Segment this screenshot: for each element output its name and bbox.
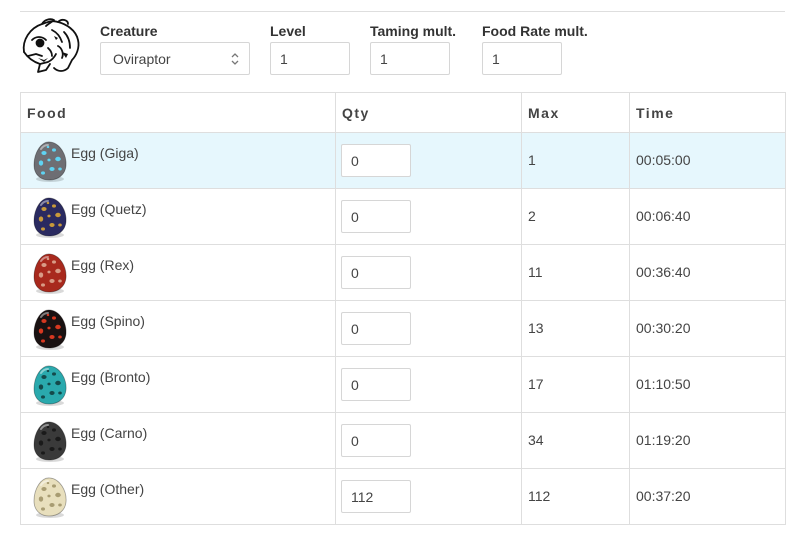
table-row: Egg (Quetz) 2 00:06:40 <box>21 189 785 245</box>
qty-cell <box>336 133 522 188</box>
max-value: 13 <box>528 320 544 336</box>
food-name: Egg (Spino) <box>71 313 145 329</box>
food-cell: Egg (Quetz) <box>21 189 336 244</box>
food-cell: Egg (Other) <box>21 469 336 524</box>
egg-icon <box>33 253 67 294</box>
table-row: Egg (Carno) 34 01:19:20 <box>21 413 785 469</box>
qty-cell <box>336 245 522 300</box>
max-cell: 1 <box>522 133 630 188</box>
max-cell: 112 <box>522 469 630 524</box>
qty-cell <box>336 413 522 468</box>
food-name: Egg (Bronto) <box>71 369 151 385</box>
qty-input[interactable] <box>341 424 411 457</box>
qty-input[interactable] <box>341 368 411 401</box>
max-value: 17 <box>528 376 544 392</box>
time-value: 01:19:20 <box>636 432 691 448</box>
egg-icon <box>33 309 67 350</box>
header-max: Max <box>522 93 630 132</box>
time-cell: 00:06:40 <box>630 189 785 244</box>
max-cell: 2 <box>522 189 630 244</box>
max-value: 112 <box>528 488 551 504</box>
food-name: Egg (Carno) <box>71 425 148 441</box>
max-cell: 34 <box>522 413 630 468</box>
header-time: Time <box>636 105 675 121</box>
food-rate-mult-input[interactable] <box>482 42 562 75</box>
level-field: Level <box>270 22 350 75</box>
egg-icon <box>33 365 67 406</box>
time-cell: 01:10:50 <box>630 357 785 412</box>
qty-input[interactable] <box>341 144 411 177</box>
time-cell: 00:36:40 <box>630 245 785 300</box>
food-cell: Egg (Carno) <box>21 413 336 468</box>
table-body: Egg (Giga) 1 00:05:00 <box>21 133 785 525</box>
time-value: 00:37:20 <box>636 488 691 504</box>
creature-field: Creature Oviraptor <box>100 22 250 75</box>
qty-input[interactable] <box>341 256 411 289</box>
time-value: 00:30:20 <box>636 320 691 336</box>
creature-select[interactable]: Oviraptor <box>100 42 250 75</box>
level-label: Level <box>270 23 306 39</box>
food-cell: Egg (Bronto) <box>21 357 336 412</box>
qty-cell <box>336 301 522 356</box>
max-value: 2 <box>528 208 536 224</box>
time-cell: 00:05:00 <box>630 133 785 188</box>
food-rate-mult-field: Food Rate mult. <box>482 22 588 75</box>
time-cell: 00:30:20 <box>630 301 785 356</box>
table-row: Egg (Bronto) 17 01:10:50 <box>21 357 785 413</box>
select-arrows-icon <box>231 53 239 65</box>
max-value: 11 <box>528 264 543 280</box>
egg-icon <box>33 197 67 238</box>
taming-mult-field: Taming mult. <box>370 22 456 75</box>
header-qty: Qty <box>336 93 522 132</box>
egg-icon <box>33 477 67 518</box>
taming-mult-label: Taming mult. <box>370 23 457 39</box>
food-rate-mult-label: Food Rate mult. <box>482 23 588 39</box>
qty-input[interactable] <box>341 312 411 345</box>
qty-cell <box>336 469 522 524</box>
egg-icon <box>33 141 67 182</box>
creature-label: Creature <box>100 23 158 39</box>
qty-cell <box>336 189 522 244</box>
food-name: Egg (Other) <box>71 481 145 497</box>
table-row: Egg (Spino) 13 00:30:20 <box>21 301 785 357</box>
food-name: Egg (Giga) <box>71 145 139 161</box>
food-cell: Egg (Spino) <box>21 301 336 356</box>
food-name: Egg (Rex) <box>71 257 135 273</box>
qty-input[interactable] <box>341 480 411 513</box>
table-header-row: Food Qty Max Time <box>21 93 785 133</box>
table-row: Egg (Rex) 11 00:36:40 <box>21 245 785 301</box>
time-cell: 00:37:20 <box>630 469 785 524</box>
max-cell: 11 <box>522 245 630 300</box>
max-value: 1 <box>528 152 536 168</box>
time-value: 01:10:50 <box>636 376 691 392</box>
time-value: 00:05:00 <box>636 152 691 168</box>
taming-mult-input[interactable] <box>370 42 450 75</box>
food-cell: Egg (Giga) <box>21 133 336 188</box>
creature-select-value: Oviraptor <box>113 51 171 67</box>
header-food: Food <box>21 93 336 132</box>
time-cell: 01:19:20 <box>630 413 785 468</box>
time-value: 00:06:40 <box>636 208 691 224</box>
food-cell: Egg (Rex) <box>21 245 336 300</box>
table-row: Egg (Giga) 1 00:05:00 <box>21 133 785 189</box>
qty-cell <box>336 357 522 412</box>
max-cell: 17 <box>522 357 630 412</box>
food-name: Egg (Quetz) <box>71 201 147 217</box>
oviraptor-sketch-icon <box>22 18 80 73</box>
time-value: 00:36:40 <box>636 264 691 280</box>
top-divider <box>20 11 785 12</box>
max-value: 34 <box>528 432 544 448</box>
qty-input[interactable] <box>341 200 411 233</box>
level-input[interactable] <box>270 42 350 75</box>
food-table: Food Qty Max Time Egg (Giga) 0 1 00:05:0… <box>20 92 786 525</box>
max-cell: 13 <box>522 301 630 356</box>
table-row: Egg (Other) 112 00:37:20 <box>21 469 785 525</box>
egg-icon <box>33 421 67 462</box>
